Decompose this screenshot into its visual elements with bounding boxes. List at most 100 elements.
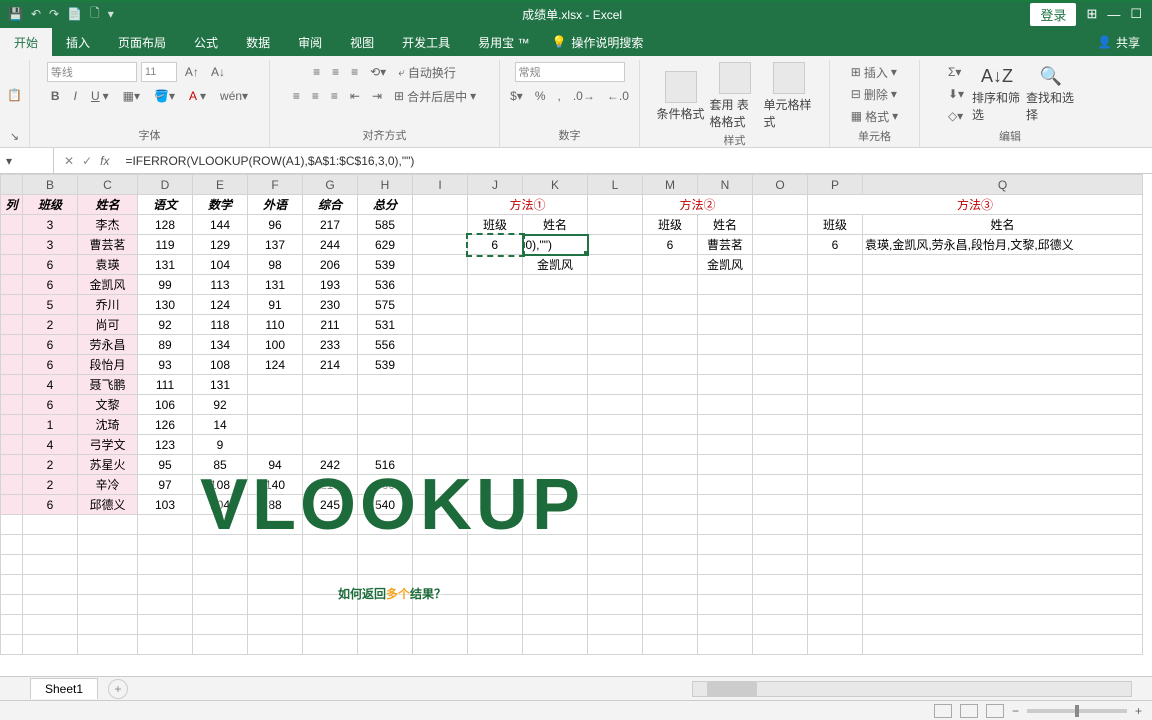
- comma-icon[interactable]: ,: [554, 86, 565, 106]
- dec-decimal-icon[interactable]: ←.0: [603, 86, 633, 106]
- tab-home[interactable]: 开始: [0, 28, 52, 57]
- align-right-icon[interactable]: ≡: [327, 86, 342, 106]
- cells-group: ⊞ 插入 ▾ ⊟ 删除 ▾ ▦ 格式 ▾ 单元格: [830, 60, 920, 147]
- sheet-tabs-bar: Sheet1 +: [0, 676, 1152, 700]
- insert-cells-button[interactable]: ⊞ 插入 ▾: [847, 62, 901, 82]
- percent-icon[interactable]: %: [531, 86, 550, 106]
- alignment-group: ≡ ≡ ≡ ⟲▾ ⤶ 自动换行 ≡ ≡ ≡ ⇤ ⇥ ⊞ 合并后居中▾ 对齐方式: [270, 60, 500, 147]
- new-sheet-button[interactable]: +: [108, 679, 128, 699]
- editing-group-label: 编辑: [999, 126, 1021, 146]
- orientation-icon[interactable]: ⟲▾: [366, 62, 390, 82]
- minimize-icon[interactable]: —: [1107, 7, 1120, 22]
- sheet-tab[interactable]: Sheet1: [30, 678, 98, 699]
- undo-icon[interactable]: ↶: [31, 7, 41, 21]
- number-format-combo[interactable]: 常规: [515, 62, 625, 82]
- ribbon-display-icon[interactable]: ⊞: [1086, 6, 1097, 22]
- page-layout-view-icon[interactable]: [960, 704, 978, 718]
- share-icon: 👤: [1097, 35, 1112, 49]
- cell-styles-button[interactable]: 单元格样式: [764, 62, 814, 130]
- currency-icon[interactable]: $▾: [506, 86, 527, 106]
- clear-icon[interactable]: ◇▾: [944, 106, 968, 126]
- conditional-format-button[interactable]: 条件格式: [656, 71, 706, 122]
- qat-dropdown-icon[interactable]: ▾: [108, 7, 114, 21]
- underline-icon[interactable]: U▾: [87, 86, 113, 106]
- align-bot-icon[interactable]: ≡: [347, 62, 362, 82]
- enter-icon[interactable]: ✓: [82, 154, 92, 168]
- wrap-text-button[interactable]: ⤶ 自动换行: [394, 62, 460, 82]
- tab-insert[interactable]: 插入: [52, 28, 104, 57]
- zoom-in-icon[interactable]: +: [1135, 704, 1142, 718]
- align-mid-icon[interactable]: ≡: [328, 62, 343, 82]
- name-box[interactable]: ▾: [0, 148, 54, 173]
- redo-icon[interactable]: ↷: [49, 7, 59, 21]
- horizontal-scrollbar[interactable]: [692, 681, 1132, 697]
- worksheet[interactable]: BCDEFGHIJKLMNOPQ列班级姓名语文数学外语综合总分方法①方法②方法③…: [0, 174, 1152, 664]
- page-break-view-icon[interactable]: [986, 704, 1004, 718]
- font-color-icon[interactable]: A▾: [185, 86, 210, 106]
- format-cells-button[interactable]: ▦ 格式 ▾: [847, 106, 902, 126]
- font-size-combo[interactable]: 11: [141, 62, 177, 82]
- phonetic-icon[interactable]: wén▾: [216, 86, 252, 106]
- maximize-icon[interactable]: ☐: [1130, 6, 1142, 22]
- tab-layout[interactable]: 页面布局: [104, 28, 180, 57]
- bold-icon[interactable]: B: [47, 86, 64, 106]
- tab-review[interactable]: 审阅: [284, 28, 336, 57]
- share-button[interactable]: 👤 共享: [1097, 34, 1152, 51]
- font-group-label: 字体: [139, 125, 161, 145]
- title-bar: 💾 ↶ ↷ 📄 🗋 ▾ 成绩单.xlsx - Excel 登录 ⊞ — ☐: [0, 0, 1152, 28]
- find-select-button[interactable]: 🔍查找和选择: [1026, 66, 1076, 123]
- touch-icon[interactable]: 📄: [67, 7, 82, 21]
- fx-icon[interactable]: fx: [100, 154, 109, 168]
- align-top-icon[interactable]: ≡: [309, 62, 324, 82]
- login-button[interactable]: 登录: [1030, 3, 1076, 26]
- editing-group: Σ▾ ⬇▾ ◇▾ A↓Z排序和筛选 🔍查找和选择 编辑: [920, 60, 1100, 147]
- tab-data[interactable]: 数据: [232, 28, 284, 57]
- zoom-out-icon[interactable]: −: [1012, 704, 1019, 718]
- sort-filter-button[interactable]: A↓Z排序和筛选: [972, 66, 1022, 123]
- overlay-text: VLOOKUP 如何返回多个结果？: [200, 464, 584, 611]
- align-left-icon[interactable]: ≡: [289, 86, 304, 106]
- overlay-line1: VLOOKUP: [200, 464, 584, 546]
- font-name-combo[interactable]: 等线: [47, 62, 137, 82]
- tell-me-label: 操作说明搜索: [571, 34, 643, 51]
- styles-group-label: 样式: [724, 130, 746, 150]
- zoom-slider[interactable]: [1027, 709, 1127, 713]
- styles-group: 条件格式 套用 表格格式 单元格样式 样式: [640, 60, 830, 147]
- print-icon[interactable]: 🗋: [90, 4, 100, 25]
- quick-access-toolbar: 💾 ↶ ↷ 📄 🗋 ▾: [0, 4, 114, 25]
- align-center-icon[interactable]: ≡: [308, 86, 323, 106]
- formula-bar: ▾ ✕ ✓ fx =IFERROR(VLOOKUP(ROW(A1),$A$1:$…: [0, 148, 1152, 174]
- indent-dec-icon[interactable]: ⇤: [346, 86, 364, 106]
- italic-icon[interactable]: I: [70, 86, 81, 106]
- fill-icon[interactable]: ⬇▾: [944, 84, 968, 104]
- number-group: 常规 $▾ % , .0→ ←.0 数字: [500, 60, 640, 147]
- formula-input[interactable]: =IFERROR(VLOOKUP(ROW(A1),$A$1:$C$16,3,0)…: [119, 154, 1152, 168]
- autosum-icon[interactable]: Σ▾: [944, 62, 968, 82]
- overlay-line2: 如何返回多个结果？: [200, 546, 584, 611]
- window-buttons: 登录 ⊞ — ☐: [1030, 3, 1152, 26]
- save-icon[interactable]: 💾: [8, 7, 23, 21]
- merge-button[interactable]: ⊞ 合并后居中▾: [390, 86, 480, 106]
- indent-inc-icon[interactable]: ⇥: [368, 86, 386, 106]
- normal-view-icon[interactable]: [934, 704, 952, 718]
- border-icon[interactable]: ▦▾: [119, 86, 144, 106]
- tell-me[interactable]: 💡 操作说明搜索: [551, 34, 643, 51]
- cancel-icon[interactable]: ✕: [64, 154, 74, 168]
- format-table-button[interactable]: 套用 表格格式: [710, 62, 760, 130]
- tab-addon[interactable]: 易用宝 ™: [464, 28, 543, 57]
- number-group-label: 数字: [559, 125, 581, 145]
- decrease-font-icon[interactable]: A↓: [207, 62, 229, 82]
- fill-color-icon[interactable]: 🪣▾: [150, 86, 179, 106]
- ribbon: 📋 ↘ 等线 11 A↑ A↓ B I U▾ ▦▾ 🪣▾ A▾ wén▾ 字体: [0, 56, 1152, 148]
- delete-cells-button[interactable]: ⊟ 删除 ▾: [847, 84, 901, 104]
- tab-dev[interactable]: 开发工具: [388, 28, 464, 57]
- inc-decimal-icon[interactable]: .0→: [569, 86, 599, 106]
- paste-icon[interactable]: 📋: [3, 85, 26, 105]
- share-label: 共享: [1116, 34, 1140, 51]
- tab-formulas[interactable]: 公式: [180, 28, 232, 57]
- status-bar: − +: [0, 700, 1152, 720]
- cells-group-label: 单元格: [858, 126, 891, 146]
- tab-view[interactable]: 视图: [336, 28, 388, 57]
- window-title: 成绩单.xlsx - Excel: [114, 6, 1031, 23]
- increase-font-icon[interactable]: A↑: [181, 62, 203, 82]
